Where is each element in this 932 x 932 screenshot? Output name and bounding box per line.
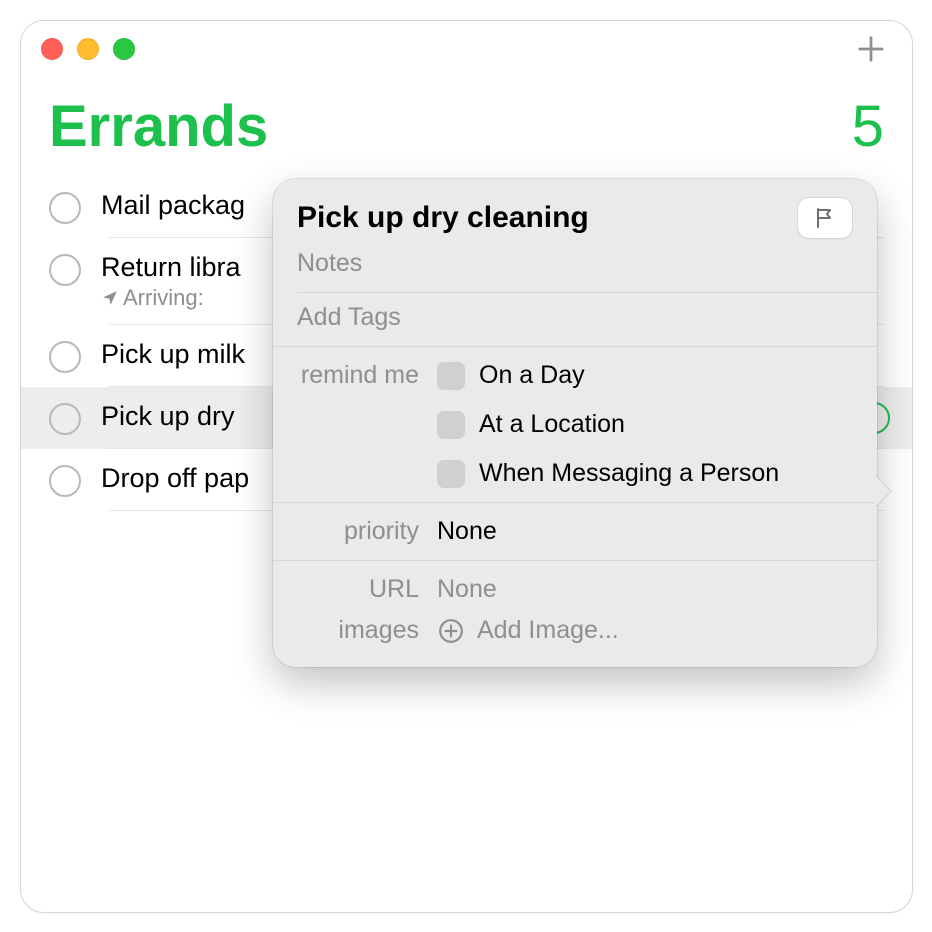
zoom-window-button[interactable] — [113, 38, 135, 60]
option-label: On a Day — [479, 361, 585, 390]
checkbox[interactable] — [437, 362, 465, 390]
list-count: 5 — [852, 93, 884, 160]
option-label: When Messaging a Person — [479, 459, 779, 488]
images-label: images — [297, 616, 419, 645]
url-value: None — [437, 575, 853, 604]
images-row: images Add Image... — [273, 610, 877, 667]
complete-toggle[interactable] — [49, 465, 81, 497]
remind-me-label: remind me — [297, 361, 419, 390]
reminder-title: Return libra — [101, 252, 241, 283]
list-header: Errands 5 — [21, 77, 912, 164]
reminder-title: Pick up dry — [101, 401, 235, 432]
reminder-title: Mail packag — [101, 190, 245, 221]
app-window: Errands 5 Mail packag Return libra — [20, 20, 913, 913]
flag-button[interactable] — [797, 197, 853, 239]
option-label: At a Location — [479, 410, 625, 439]
complete-toggle[interactable] — [49, 254, 81, 286]
plus-circle-icon — [437, 617, 465, 645]
add-image-label: Add Image... — [477, 616, 619, 645]
url-row[interactable]: URL None — [273, 561, 877, 610]
priority-row[interactable]: priority None — [273, 503, 877, 560]
add-image-button[interactable]: Add Image... — [437, 616, 853, 645]
flag-icon — [813, 206, 837, 230]
reminder-title: Pick up milk — [101, 339, 245, 370]
reminder-details-popover: Pick up dry cleaning Notes Add Tags remi… — [273, 179, 877, 667]
list-title: Errands — [49, 93, 268, 160]
location-icon — [101, 289, 119, 307]
url-label: URL — [297, 575, 419, 604]
complete-toggle[interactable] — [49, 192, 81, 224]
remind-when-messaging-option[interactable]: When Messaging a Person — [437, 459, 853, 488]
complete-toggle[interactable] — [49, 341, 81, 373]
plus-icon — [856, 34, 886, 64]
tags-field[interactable]: Add Tags — [273, 293, 877, 346]
remind-at-location-option[interactable]: At a Location — [437, 410, 853, 439]
popover-arrow — [875, 475, 891, 507]
priority-value: None — [437, 517, 853, 546]
add-reminder-button[interactable] — [854, 32, 888, 66]
complete-toggle[interactable] — [49, 403, 81, 435]
checkbox[interactable] — [437, 460, 465, 488]
popover-title[interactable]: Pick up dry cleaning — [297, 201, 785, 235]
titlebar — [21, 21, 912, 77]
reminder-subtitle: Arriving: — [123, 285, 204, 311]
window-controls — [41, 38, 135, 60]
checkbox[interactable] — [437, 411, 465, 439]
minimize-window-button[interactable] — [77, 38, 99, 60]
remind-me-section: remind me On a Day At a Location When Me… — [273, 347, 877, 502]
remind-on-day-option[interactable]: On a Day — [437, 361, 853, 390]
notes-field[interactable]: Notes — [273, 239, 877, 292]
priority-label: priority — [297, 517, 419, 546]
close-window-button[interactable] — [41, 38, 63, 60]
reminder-title: Drop off pap — [101, 463, 249, 494]
